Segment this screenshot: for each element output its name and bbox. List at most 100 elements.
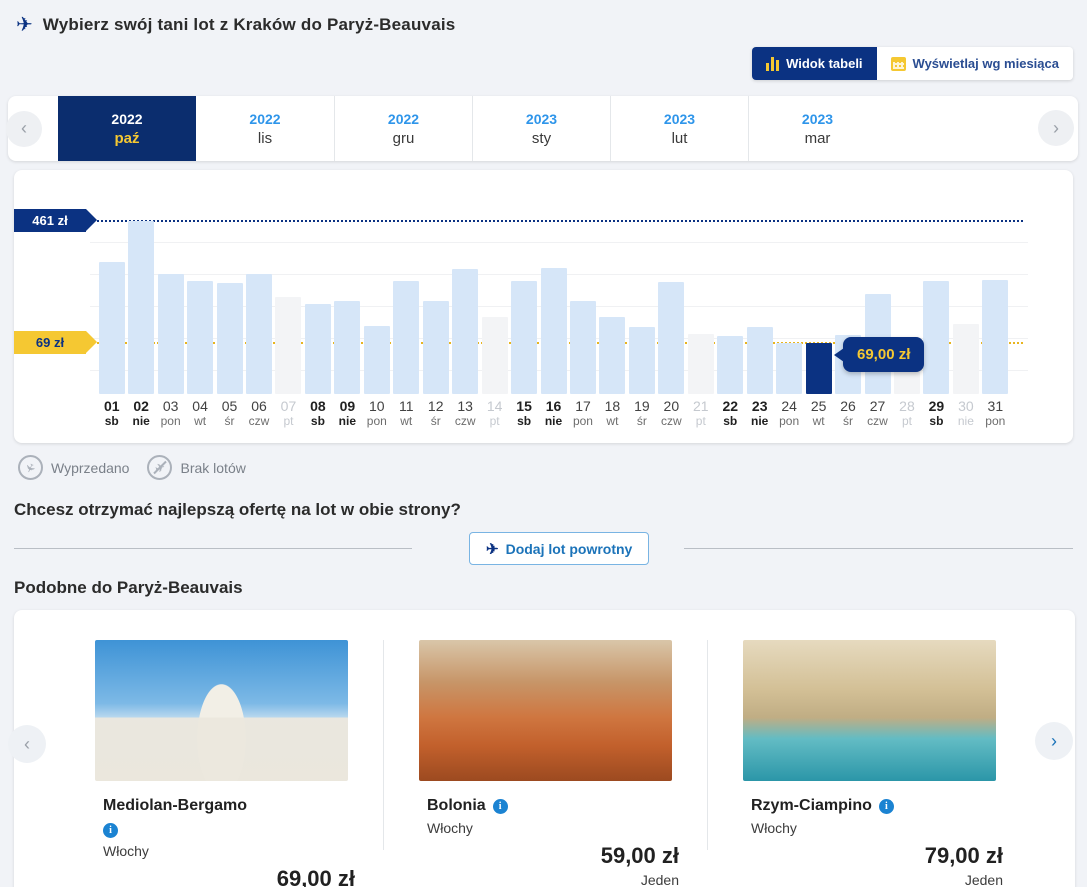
price-bar-29[interactable] [923, 281, 949, 394]
price-bar-31[interactable] [982, 280, 1008, 394]
tab-month-mar[interactable]: 2023 mar [748, 96, 886, 161]
day-number: 11 [399, 398, 414, 414]
price-bar-02[interactable] [128, 221, 154, 394]
month-view-button[interactable]: Wyświetlaj wg miesiąca [877, 47, 1073, 80]
day-weekday: nie [958, 414, 974, 428]
day-number: 21 [693, 398, 709, 414]
day-number: 28 [899, 398, 915, 414]
day-column-30: 30nie [951, 170, 980, 428]
day-column-06[interactable]: 06czw [244, 170, 273, 428]
day-column-10[interactable]: 10pon [362, 170, 391, 428]
legend-sold-out: ✈ Wyprzedano [18, 455, 129, 480]
day-column-03[interactable]: 03pon [156, 170, 185, 428]
price-bar-19[interactable] [629, 327, 655, 394]
day-number: 13 [457, 398, 473, 414]
day-number: 14 [487, 398, 503, 414]
day-number: 31 [988, 398, 1004, 414]
day-column-25[interactable]: 25wt [804, 170, 833, 428]
price-bar-12[interactable] [423, 301, 449, 394]
destination-country: Włochy [95, 843, 357, 859]
day-number: 30 [958, 398, 974, 414]
day-column-04[interactable]: 04wt [185, 170, 214, 428]
day-column-17[interactable]: 17pon [568, 170, 597, 428]
day-weekday: pt [490, 414, 500, 428]
price-bar-05[interactable] [217, 283, 243, 394]
price-bar-23[interactable] [747, 327, 773, 394]
similar-heading: Podobne do Paryż-Beauvais [14, 578, 243, 598]
tab-month-sty[interactable]: 2023 sty [472, 96, 610, 161]
card-separator [383, 640, 384, 850]
info-icon[interactable]: i [493, 799, 508, 814]
table-view-button[interactable]: Widok tabeli [752, 47, 876, 80]
day-column-14: 14pt [480, 170, 509, 428]
day-weekday: pon [985, 414, 1005, 428]
tab-month-paz[interactable]: 2022 paź [58, 96, 196, 161]
months-next-button[interactable]: › [1038, 110, 1074, 146]
destination-card-rzym-ciampino[interactable]: Rzym-Ciampino i Włochy 79,00 zł Jeden [743, 640, 1005, 887]
tab-month-gru[interactable]: 2022 gru [334, 96, 472, 161]
add-return-flight-button[interactable]: ✈ Dodaj lot powrotny [469, 532, 649, 565]
carousel-next-button[interactable]: › [1035, 722, 1073, 760]
price-bar-24[interactable] [776, 343, 802, 394]
day-weekday: nie [751, 414, 768, 428]
day-column-15[interactable]: 15sb [509, 170, 538, 428]
price-bar-03[interactable] [158, 274, 184, 394]
destination-image [743, 640, 996, 781]
day-column-07: 07pt [274, 170, 303, 428]
months-prev-button[interactable]: ‹ [6, 111, 42, 147]
day-column-21: 21pt [686, 170, 715, 428]
price-bar-16[interactable] [541, 268, 567, 394]
day-column-29[interactable]: 29sb [922, 170, 951, 428]
destination-title: Rzym-Ciampino [751, 797, 872, 815]
day-number: 15 [516, 398, 532, 414]
tab-month-lis[interactable]: 2022 lis [196, 96, 334, 161]
day-column-18[interactable]: 18wt [598, 170, 627, 428]
price-bar-20[interactable] [658, 282, 684, 394]
tab-month: sty [532, 130, 551, 147]
day-column-26[interactable]: 26śr [833, 170, 862, 428]
price-bar-04[interactable] [187, 281, 213, 394]
day-column-12[interactable]: 12śr [421, 170, 450, 428]
day-column-19[interactable]: 19śr [627, 170, 656, 428]
day-weekday: sb [929, 414, 943, 428]
day-column-11[interactable]: 11wt [392, 170, 421, 428]
info-icon[interactable]: i [879, 799, 894, 814]
price-bar-11[interactable] [393, 281, 419, 394]
day-column-16[interactable]: 16nie [539, 170, 568, 428]
day-column-23[interactable]: 23nie [745, 170, 774, 428]
month-tabbar: ‹ 2022 paź 2022 lis 2022 gru 2023 sty 20… [8, 96, 1078, 161]
destination-card-bolonia[interactable]: Bolonia i Włochy 59,00 zł Jeden [419, 640, 681, 887]
destination-card-mediolan-bergamo[interactable]: Mediolan-Bergamo i Włochy 69,00 zł [95, 640, 357, 887]
day-column-20[interactable]: 20czw [657, 170, 686, 428]
price-bar-09[interactable] [334, 301, 360, 394]
price-bar-06[interactable] [246, 274, 272, 394]
price-bar-22[interactable] [717, 336, 743, 394]
day-column-24[interactable]: 24pon [774, 170, 803, 428]
price-bar-18[interactable] [599, 317, 625, 394]
day-column-08[interactable]: 08sb [303, 170, 332, 428]
carousel-prev-button[interactable]: ‹ [8, 725, 46, 763]
price-bar-10[interactable] [364, 326, 390, 394]
price-bar-08[interactable] [305, 304, 331, 394]
price-bar-01[interactable] [99, 262, 125, 394]
max-price-badge: 461 zł [14, 209, 86, 232]
divider-right [684, 548, 1073, 549]
day-column-01[interactable]: 01sb [97, 170, 126, 428]
day-column-09[interactable]: 09nie [333, 170, 362, 428]
plane-icon: ✈ [16, 12, 33, 37]
price-bar-30 [953, 324, 979, 394]
day-weekday: sb [311, 414, 325, 428]
add-return-flight-label: Dodaj lot powrotny [506, 541, 633, 557]
day-column-05[interactable]: 05śr [215, 170, 244, 428]
info-icon[interactable]: i [103, 823, 118, 838]
price-bar-25[interactable] [806, 343, 832, 394]
day-column-13[interactable]: 13czw [450, 170, 479, 428]
price-bar-17[interactable] [570, 301, 596, 394]
day-column-02[interactable]: 02nie [126, 170, 155, 428]
day-column-31[interactable]: 31pon [981, 170, 1010, 428]
day-column-27[interactable]: 27czw [863, 170, 892, 428]
price-bar-13[interactable] [452, 269, 478, 394]
day-column-22[interactable]: 22sb [716, 170, 745, 428]
price-bar-15[interactable] [511, 281, 537, 394]
tab-month-lut[interactable]: 2023 lut [610, 96, 748, 161]
